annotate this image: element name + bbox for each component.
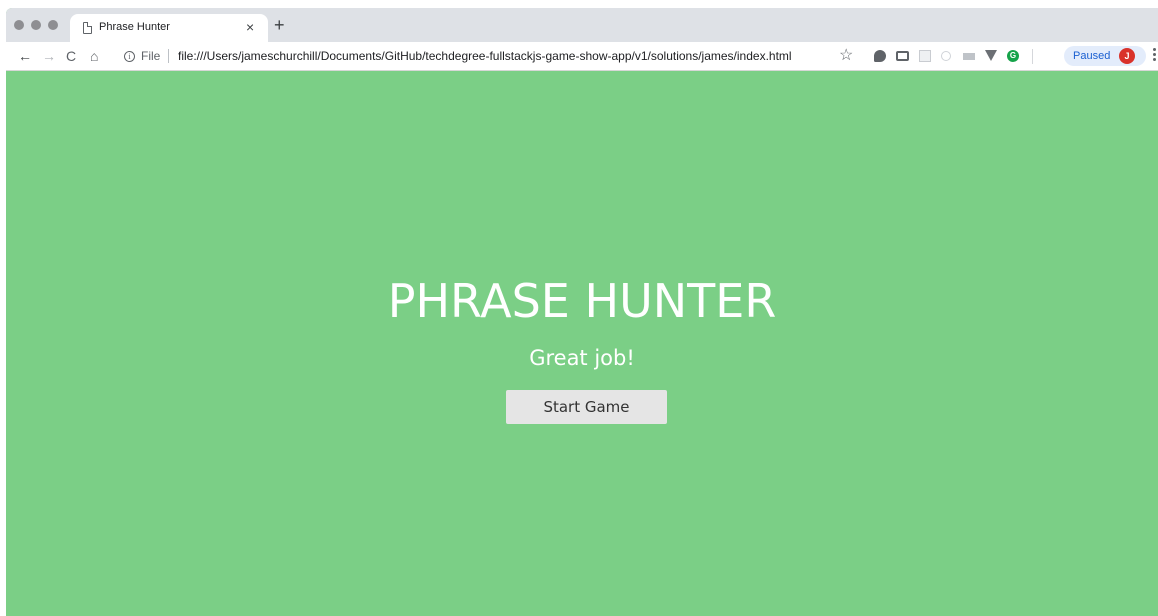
document-icon: [83, 22, 92, 34]
circle-icon[interactable]: [941, 51, 951, 61]
grammarly-icon[interactable]: G: [1007, 50, 1019, 62]
back-icon[interactable]: ←: [18, 47, 32, 65]
square-icon[interactable]: [919, 50, 931, 62]
page-title: PHRASE HUNTER: [387, 274, 777, 328]
page-content: PHRASE HUNTER Great job! Start Game: [6, 72, 1158, 616]
browser-toolbar: ← → C ⌂ i File file:///Users/jameschurch…: [6, 42, 1158, 71]
browser-window: Phrase Hunter × + ← → C ⌂ i File file://…: [6, 8, 1158, 616]
minimize-window-button[interactable]: [31, 20, 41, 30]
browser-tab[interactable]: Phrase Hunter ×: [70, 14, 268, 42]
kebab-menu-icon[interactable]: [1153, 48, 1156, 64]
avatar: J: [1119, 48, 1135, 64]
new-tab-icon[interactable]: +: [274, 16, 285, 34]
toolbar-divider: [1032, 49, 1033, 64]
profile-paused-button[interactable]: Paused J: [1064, 46, 1146, 66]
tab-title: Phrase Hunter: [99, 21, 170, 33]
scheme-label: File: [141, 49, 161, 63]
bookmark-star-icon[interactable]: ☆: [839, 45, 853, 65]
chat-bubble-icon[interactable]: [874, 50, 886, 62]
triangle-v-icon[interactable]: [985, 50, 997, 61]
window-controls: [14, 20, 58, 30]
tab-bar: Phrase Hunter × +: [6, 8, 1158, 42]
home-icon[interactable]: ⌂: [90, 47, 98, 65]
close-tab-icon[interactable]: ×: [246, 19, 254, 35]
reload-icon[interactable]: C: [66, 47, 76, 65]
info-icon[interactable]: i: [124, 51, 135, 62]
address-divider: [168, 49, 169, 63]
paused-label: Paused: [1073, 50, 1111, 62]
start-game-button[interactable]: Start Game: [506, 390, 667, 424]
inbox-icon[interactable]: [896, 51, 909, 61]
zoom-window-button[interactable]: [48, 20, 58, 30]
forward-icon[interactable]: →: [42, 47, 56, 65]
close-window-button[interactable]: [14, 20, 24, 30]
address-bar-url[interactable]: file:///Users/jameschurchill/Documents/G…: [178, 49, 792, 63]
bar-icon[interactable]: [963, 53, 975, 60]
game-message: Great job!: [529, 346, 635, 370]
